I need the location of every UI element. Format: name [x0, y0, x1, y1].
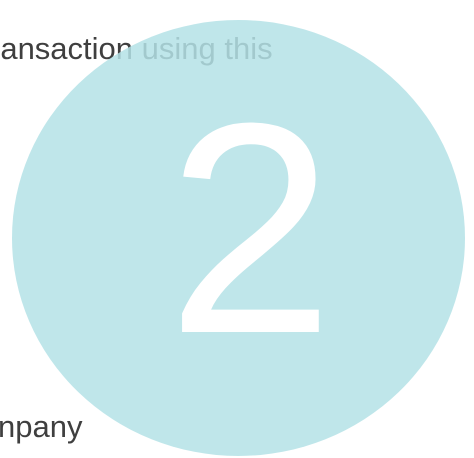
page-root: ransaction using this npany 2 [0, 0, 474, 458]
step-number: 2 [167, 60, 334, 396]
partial-body-text-line: npany [0, 409, 83, 444]
